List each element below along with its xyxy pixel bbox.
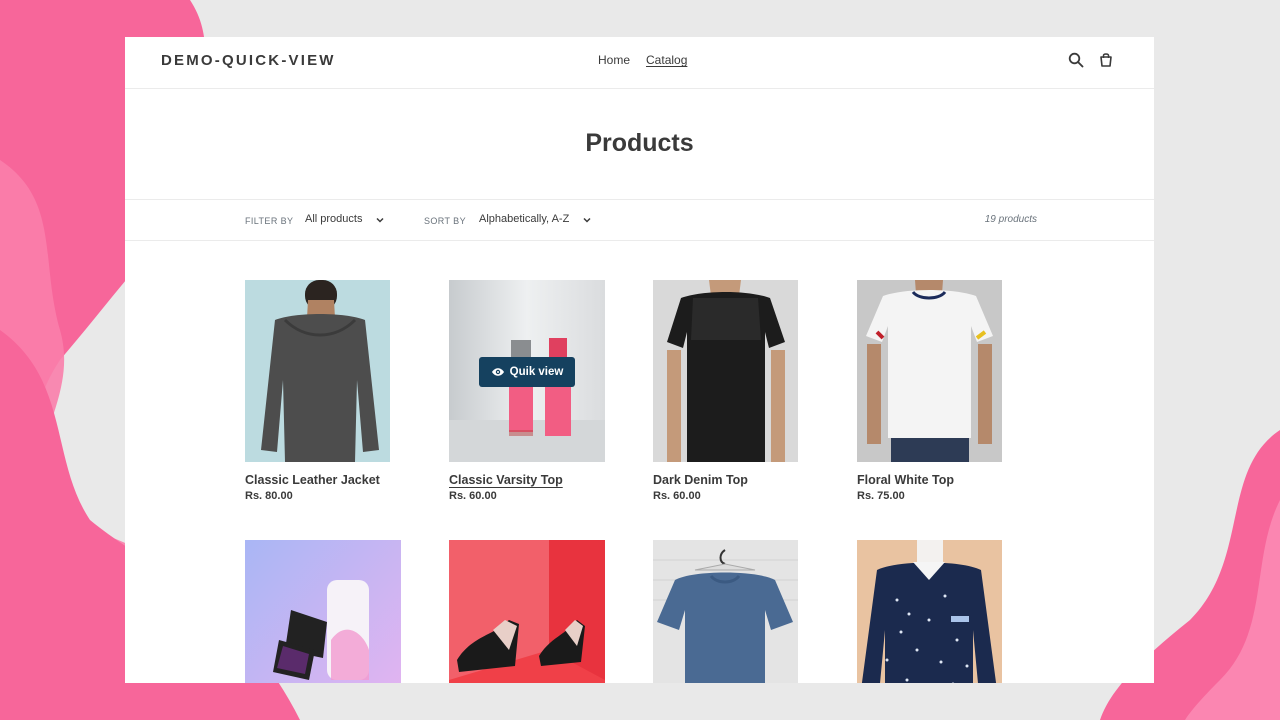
product-name[interactable]: Classic Leather Jacket <box>245 473 405 487</box>
product-grid: Classic Leather Jacket Rs. 80.00 Quik vi… <box>245 280 1061 683</box>
product-image[interactable] <box>857 280 1002 462</box>
product-image[interactable] <box>245 540 401 683</box>
quick-view-label: Quik view <box>509 366 564 378</box>
cart-icon[interactable] <box>1098 52 1114 68</box>
search-icon[interactable] <box>1068 52 1084 68</box>
product-card[interactable] <box>449 540 609 683</box>
product-name[interactable]: Floral White Top <box>857 473 1017 487</box>
page-title: Products <box>585 129 694 157</box>
product-card[interactable] <box>245 540 405 683</box>
filter-select[interactable]: All products <box>305 213 362 225</box>
quick-view-button[interactable]: Quik view <box>479 357 575 387</box>
sort-select[interactable]: Alphabetically, A-Z <box>479 213 569 225</box>
main-nav: Home Catalog <box>598 53 687 67</box>
sort-by-label: SORT BY <box>424 216 466 226</box>
product-price: Rs. 75.00 <box>857 490 905 502</box>
nav-home[interactable]: Home <box>598 53 630 67</box>
eye-icon <box>491 368 504 376</box>
product-card[interactable]: Quik view Classic Varsity Top Rs. 60.00 <box>449 280 609 502</box>
product-image[interactable]: Quik view <box>449 280 605 462</box>
product-card[interactable]: Classic Leather Jacket Rs. 80.00 <box>245 280 405 502</box>
store-logo[interactable]: DEMO-QUICK-VIEW <box>161 52 336 69</box>
product-card[interactable] <box>653 540 813 683</box>
product-price: Rs. 60.00 <box>449 490 497 502</box>
filter-bar: FILTER BY All products SORT BY Alphabeti… <box>125 199 1154 241</box>
product-price: Rs. 80.00 <box>245 490 293 502</box>
store-window: DEMO-QUICK-VIEW Home Catalog Products FI… <box>125 37 1154 683</box>
product-image[interactable] <box>245 280 390 462</box>
product-image[interactable] <box>857 540 1002 683</box>
site-header: DEMO-QUICK-VIEW Home Catalog <box>125 37 1154 89</box>
header-icons <box>1068 52 1114 68</box>
product-name[interactable]: Dark Denim Top <box>653 473 813 487</box>
filter-by-label: FILTER BY <box>245 216 294 226</box>
filter-chevron-down-icon[interactable] <box>375 215 385 225</box>
product-card[interactable]: Dark Denim Top Rs. 60.00 <box>653 280 813 502</box>
product-image[interactable] <box>653 280 798 462</box>
product-image[interactable] <box>653 540 798 683</box>
product-card[interactable] <box>857 540 1017 683</box>
nav-catalog[interactable]: Catalog <box>646 53 687 67</box>
sort-chevron-down-icon[interactable] <box>582 215 592 225</box>
product-price: Rs. 60.00 <box>653 490 701 502</box>
product-count: 19 products <box>984 214 1037 225</box>
product-image[interactable] <box>449 540 605 683</box>
product-card[interactable]: Floral White Top Rs. 75.00 <box>857 280 1017 502</box>
product-name[interactable]: Classic Varsity Top <box>449 473 609 487</box>
